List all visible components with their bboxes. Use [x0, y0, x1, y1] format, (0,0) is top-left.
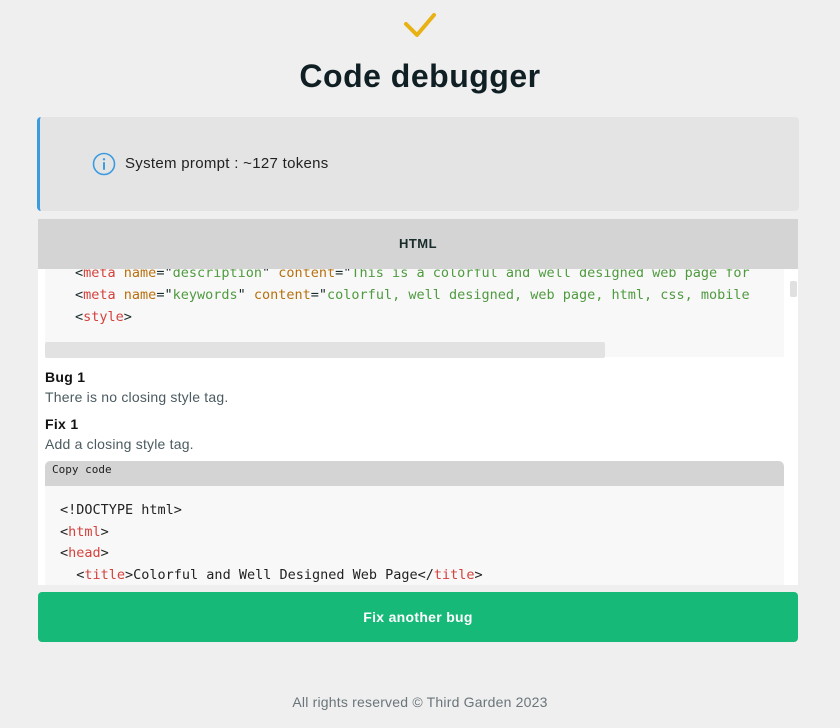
fixed-code: <!DOCTYPE html> <html> <head> <title>Color…	[60, 500, 483, 585]
code-panel: HTML <meta name="description" content="T…	[38, 219, 798, 585]
fix-title: Fix 1	[45, 416, 79, 432]
vertical-scrollbar[interactable]	[790, 281, 797, 297]
code-line: <!DOCTYPE html>	[60, 502, 182, 518]
copy-code-button[interactable]: Copy code	[52, 463, 112, 476]
horizontal-scrollbar[interactable]	[45, 342, 605, 358]
footer-text: All rights reserved © Third Garden 2023	[292, 694, 548, 710]
info-icon	[92, 152, 116, 176]
checkmark-icon	[404, 13, 436, 37]
code-line: <style>	[75, 309, 132, 325]
info-box: System prompt : ~127 tokens	[37, 117, 799, 211]
code-line: <head>	[60, 545, 109, 562]
original-code: <meta name="description" content="This i…	[75, 269, 750, 328]
bug-title: Bug 1	[45, 369, 86, 385]
code-line: <title>Colorful and Well Designed Web Pa…	[60, 567, 483, 584]
copy-bar: Copy code	[45, 461, 784, 486]
system-prompt-info: System prompt : ~127 tokens	[125, 155, 329, 172]
code-line: <meta name="description" content="This i…	[75, 269, 750, 281]
code-line: <meta name="keywords" content="colorful,…	[75, 287, 750, 303]
fix-description: Add a closing style tag.	[45, 436, 194, 452]
fixed-code-block[interactable]: Copy code <!DOCTYPE html> <html> <head> <t…	[45, 461, 784, 585]
code-line: <html>	[60, 523, 109, 540]
page-title: Code debugger	[299, 58, 541, 94]
panel-header: HTML	[38, 219, 798, 269]
bug-description: There is no closing style tag.	[45, 389, 229, 405]
fix-another-bug-button[interactable]: Fix another bug	[38, 592, 798, 642]
